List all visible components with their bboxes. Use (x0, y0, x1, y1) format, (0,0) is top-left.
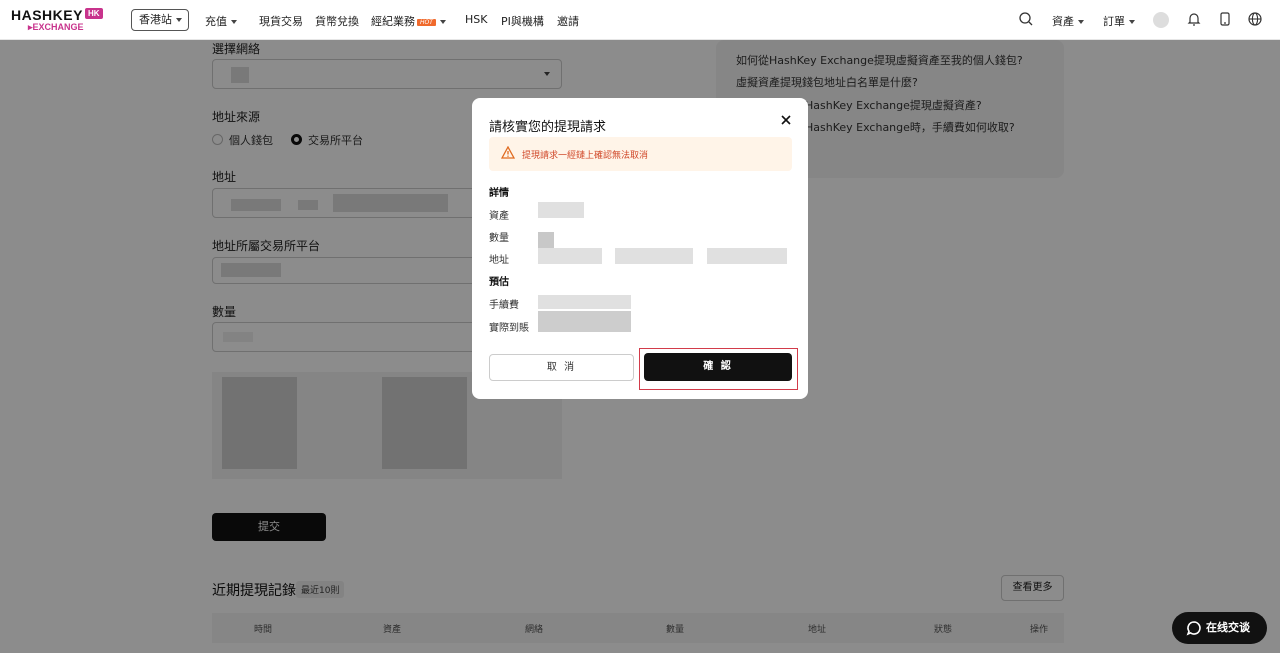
user-avatar-icon[interactable] (1153, 12, 1169, 28)
logo-hk-badge: HK (85, 8, 103, 19)
confirm-button[interactable]: 確 認 (644, 353, 792, 381)
nav-item-hsk[interactable]: HSK (465, 13, 487, 26)
top-nav: HASHKEY HK ▸EXCHANGE 香港站 充值 現貨交易 貨幣兌換 經紀… (0, 0, 1280, 40)
detail-label-asset: 資產 (489, 211, 509, 222)
estimate-heading: 預估 (489, 277, 509, 288)
globe-icon[interactable] (1247, 11, 1263, 27)
nav-item-invite[interactable]: 邀請 (557, 13, 579, 29)
live-chat-label: 在线交谈 (1206, 621, 1250, 634)
region-selector[interactable]: 香港站 (131, 9, 189, 31)
masked-value (538, 202, 584, 218)
dialog-title: 請核實您的提現請求 (489, 120, 607, 135)
live-chat-button[interactable]: 在线交谈 (1172, 612, 1267, 644)
estimate-label-fee: 手續費 (489, 300, 519, 311)
chevron-down-icon (231, 20, 237, 24)
masked-value (538, 232, 554, 248)
masked-value (707, 248, 787, 264)
nav-item-deposit[interactable]: 充值 (205, 13, 237, 29)
region-label: 香港站 (139, 13, 172, 26)
logo-subtitle: ▸EXCHANGE (28, 22, 84, 32)
chat-bubble-icon (1186, 621, 1201, 636)
warning-icon (501, 146, 515, 159)
close-icon[interactable] (780, 114, 792, 126)
chevron-down-icon (439, 20, 446, 24)
masked-value (615, 248, 693, 264)
warning-banner: 提現請求一經鏈上確認無法取消 (489, 137, 792, 171)
nav-item-brokerage[interactable]: 經紀業務 HOT (371, 13, 446, 29)
chevron-down-icon (1129, 20, 1135, 24)
detail-label-address: 地址 (489, 255, 509, 266)
hot-badge: HOT (417, 18, 436, 26)
confirm-button-highlight: 確 認 (639, 348, 798, 390)
nav-item-convert[interactable]: 貨幣兌換 (315, 13, 359, 29)
confirm-withdrawal-dialog: 請核實您的提現請求 提現請求一經鏈上確認無法取消 詳情 資產 數量 地址 預估 … (472, 98, 808, 399)
masked-value (538, 311, 631, 332)
logo-wordmark: HASHKEY (11, 7, 83, 23)
nav-item-spot[interactable]: 現貨交易 (259, 13, 303, 29)
chevron-down-icon (1078, 20, 1084, 24)
bell-icon[interactable] (1186, 11, 1202, 27)
search-icon[interactable] (1018, 11, 1034, 27)
mobile-app-icon[interactable] (1217, 11, 1233, 27)
cancel-button[interactable]: 取 消 (489, 354, 634, 381)
warning-text: 提現請求一經鏈上確認無法取消 (522, 151, 649, 161)
detail-label-amount: 數量 (489, 233, 509, 244)
estimate-label-received: 實際到賬 (489, 323, 529, 334)
nav-item-orders[interactable]: 訂單 (1103, 13, 1135, 29)
chevron-down-icon (176, 18, 182, 22)
hashkey-logo[interactable]: HASHKEY HK ▸EXCHANGE (11, 7, 106, 33)
details-heading: 詳情 (489, 188, 509, 199)
masked-value (538, 295, 631, 309)
nav-item-assets[interactable]: 資產 (1052, 13, 1084, 29)
masked-value (538, 248, 602, 264)
nav-item-pi[interactable]: PI與機構 (501, 13, 544, 29)
